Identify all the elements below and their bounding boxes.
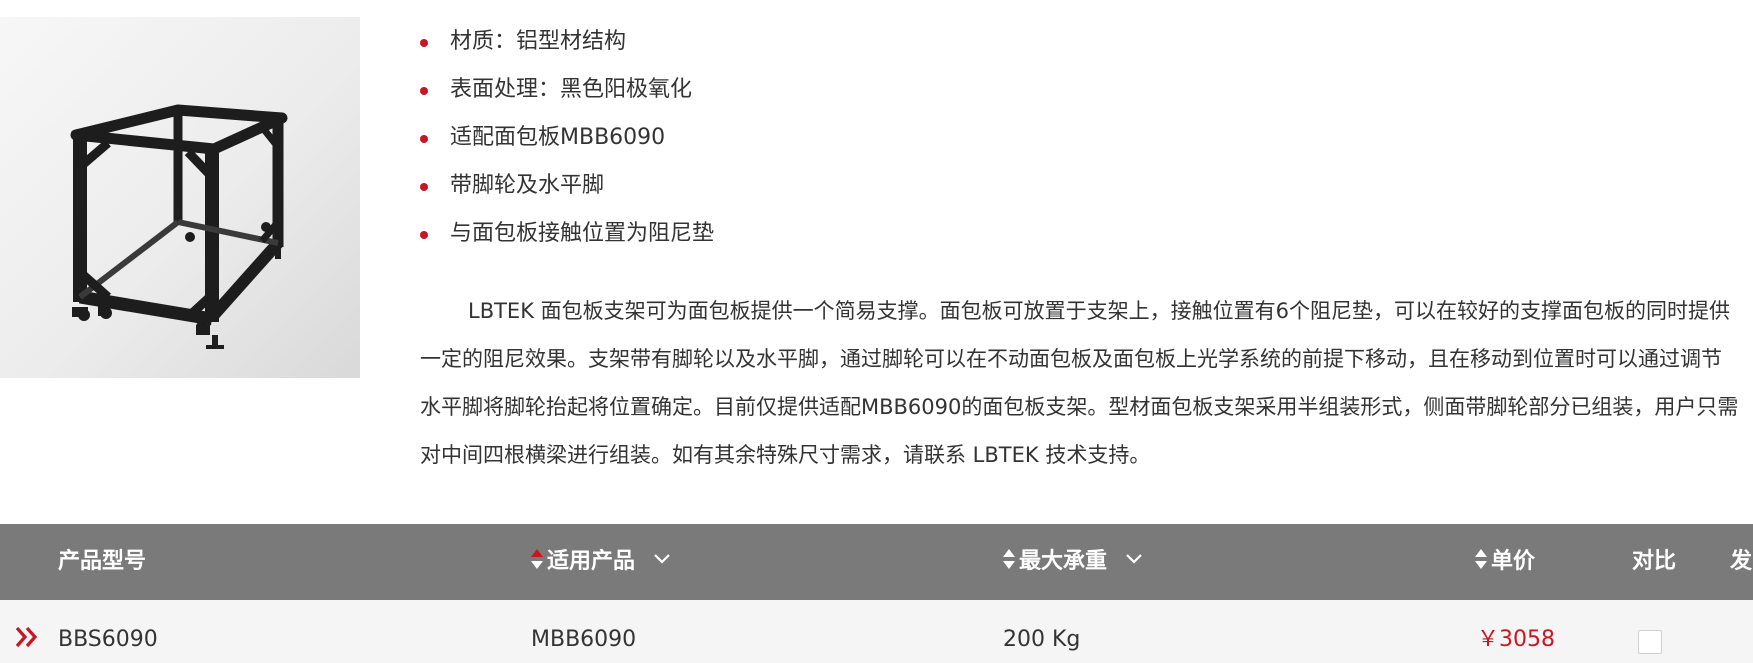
product-table-header: 产品型号 适用产品 最大承重 单价 对比 发 xyxy=(0,524,1753,600)
header-model: 产品型号 xyxy=(58,549,147,574)
product-image xyxy=(0,17,360,378)
cell-model[interactable]: BBS6090 xyxy=(58,600,158,663)
product-detail-page: 材质：铝型材结构 表面处理：黑色阳极氧化 适配面包板MBB6090 带脚轮及水平… xyxy=(0,0,1753,663)
header-max-load[interactable]: 最大承重 xyxy=(1003,524,1143,600)
feature-text: 表面处理：黑色阳极氧化 xyxy=(450,77,693,102)
feature-text: 适配面包板MBB6090 xyxy=(450,125,666,150)
header-price[interactable]: 单价 xyxy=(1475,524,1535,600)
cell-applicable: MBB6090 xyxy=(531,627,637,652)
header-compare: 对比 xyxy=(1632,549,1677,574)
feature-item: 带脚轮及水平脚 xyxy=(420,166,714,214)
feature-item: 与面包板接触位置为阻尼垫 xyxy=(420,214,714,262)
breadboard-stand-image xyxy=(70,104,288,349)
bullet-icon xyxy=(420,231,428,239)
cell-max-load: 200 Kg xyxy=(1003,627,1081,652)
feature-text: 材质：铝型材结构 xyxy=(450,29,627,54)
feature-item: 材质：铝型材结构 xyxy=(420,22,714,70)
compare-checkbox[interactable] xyxy=(1638,630,1662,654)
header-applicable-label: 适用产品 xyxy=(547,549,636,574)
sort-icon[interactable] xyxy=(531,549,543,571)
header-price-label: 单价 xyxy=(1491,549,1536,574)
header-ship: 发 xyxy=(1730,549,1753,574)
table-row[interactable]: BBS6090 MBB6090 200 Kg ￥3058 xyxy=(0,600,1753,663)
sort-icon[interactable] xyxy=(1475,549,1487,571)
header-applicable[interactable]: 适用产品 xyxy=(531,524,671,600)
bullet-icon xyxy=(420,183,428,191)
feature-text: 带脚轮及水平脚 xyxy=(450,173,605,198)
header-max-load-label: 最大承重 xyxy=(1019,549,1108,574)
bullet-icon xyxy=(420,87,428,95)
bullet-icon xyxy=(420,135,428,143)
chevron-down-icon[interactable] xyxy=(1125,521,1143,597)
sort-icon[interactable] xyxy=(1003,549,1015,571)
feature-item: 表面处理：黑色阳极氧化 xyxy=(420,70,714,118)
feature-list: 材质：铝型材结构 表面处理：黑色阳极氧化 适配面包板MBB6090 带脚轮及水平… xyxy=(420,22,714,262)
feature-item: 适配面包板MBB6090 xyxy=(420,118,714,166)
chevron-down-icon[interactable] xyxy=(653,521,671,597)
product-description: LBTEK 面包板支架可为面包板提供一个简易支撑。面包板可放置于支架上，接触位置… xyxy=(420,299,1739,467)
double-chevron-right-icon[interactable] xyxy=(14,626,40,654)
cell-price: ￥3058 xyxy=(1477,627,1555,652)
feature-text: 与面包板接触位置为阻尼垫 xyxy=(450,221,715,246)
bullet-icon xyxy=(420,39,428,47)
